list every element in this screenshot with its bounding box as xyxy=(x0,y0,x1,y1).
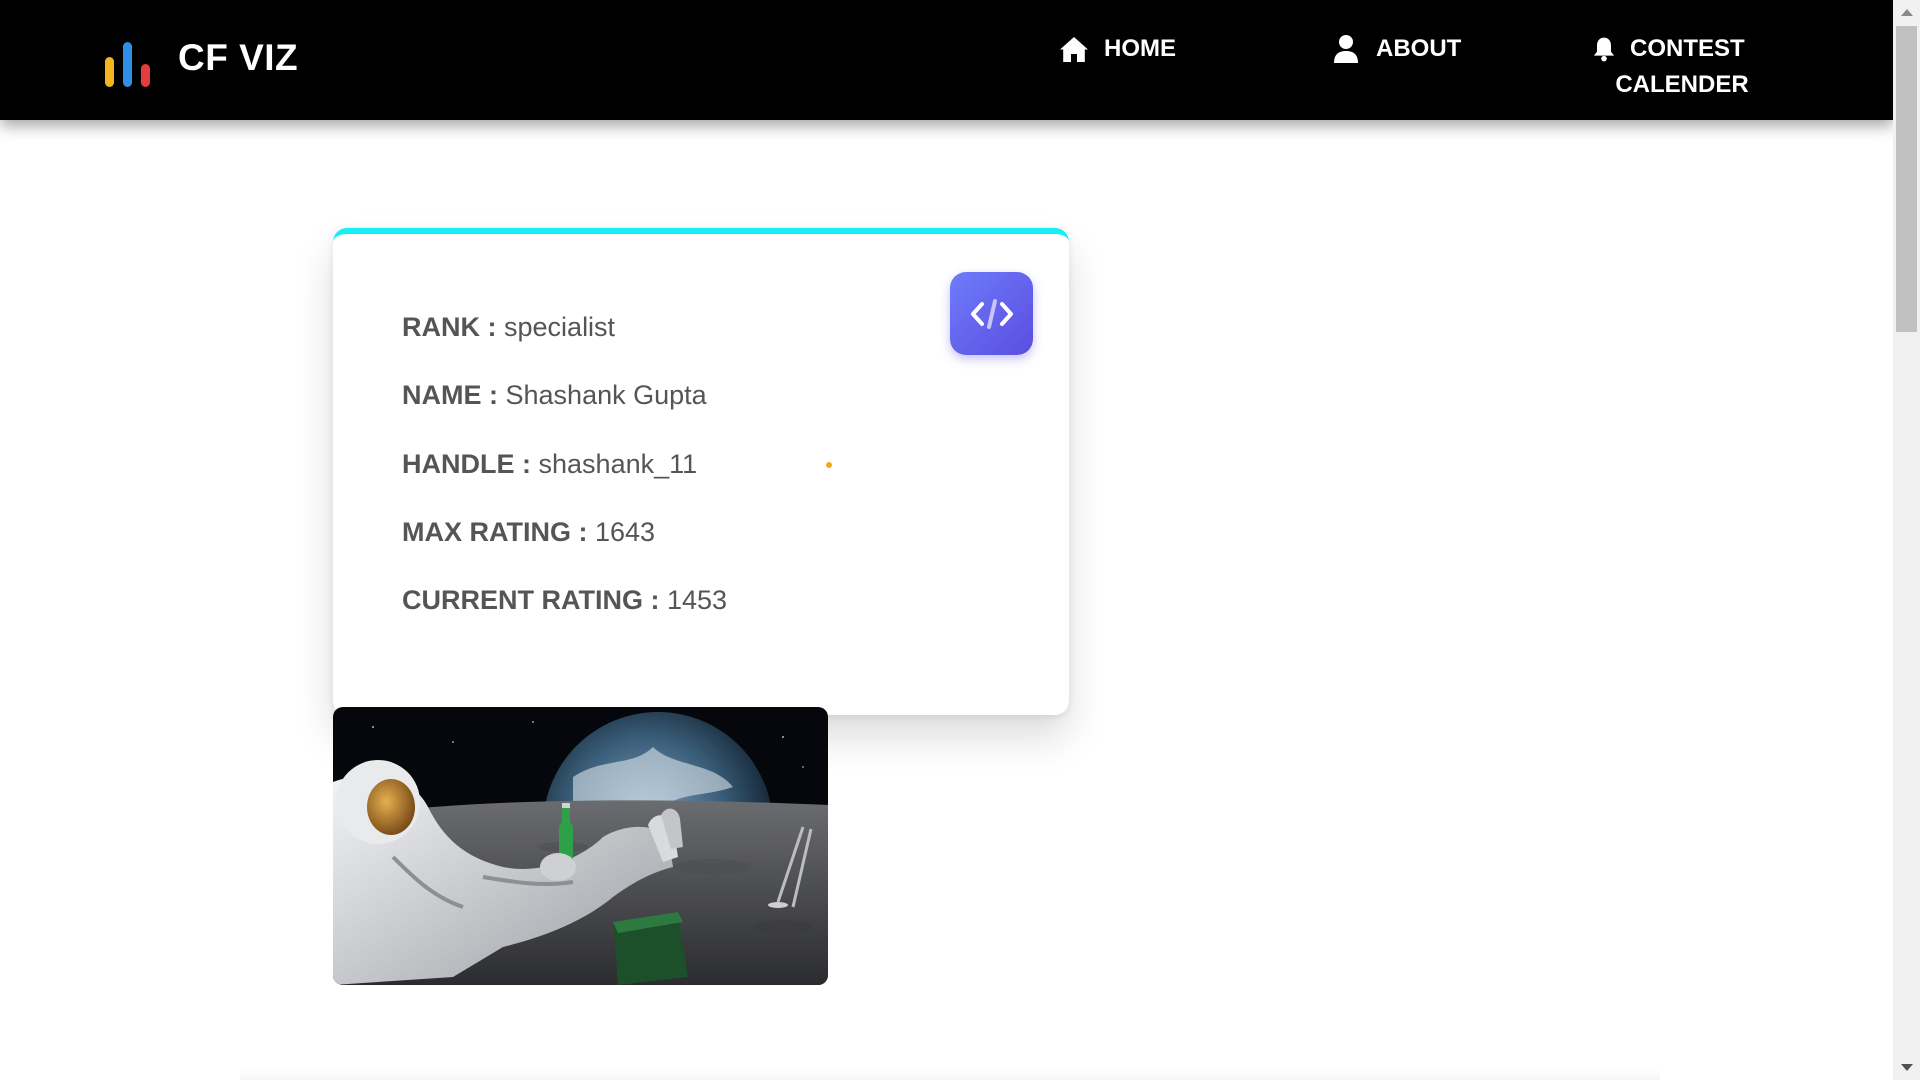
name-field: NAME : Shashank Gupta xyxy=(402,378,707,412)
name-label: NAME : xyxy=(402,380,498,410)
nav-about-link[interactable]: ABOUT xyxy=(1330,33,1461,65)
vertical-scrollbar[interactable] xyxy=(1893,0,1920,1080)
handle-field: HANDLE : shashank_11 xyxy=(402,447,697,481)
nav-contest-calendar-link[interactable]: CONTEST CALENDER xyxy=(1590,33,1760,99)
nav-home-label: HOME xyxy=(1104,35,1176,62)
current-rating-label: CURRENT RATING : xyxy=(402,585,660,615)
orange-dot xyxy=(826,462,832,468)
code-badge-button[interactable] xyxy=(950,272,1033,355)
name-value: Shashank Gupta xyxy=(505,380,707,410)
nav-about-label: ABOUT xyxy=(1376,35,1462,62)
handle-label: HANDLE : xyxy=(402,449,531,479)
scroll-down-arrow-icon[interactable] xyxy=(1901,1064,1913,1071)
max-rating-label: MAX RATING : xyxy=(402,517,588,547)
bottom-shadow xyxy=(240,1068,1660,1080)
user-icon xyxy=(1334,35,1358,63)
top-navbar: CF VIZ HOME ABOUT CONTEST CALENDER xyxy=(0,0,1893,120)
profile-card: RANK : specialist NAME : Shashank Gupta … xyxy=(333,228,1069,715)
scroll-up-arrow-icon[interactable] xyxy=(1901,9,1913,16)
current-rating-value: 1453 xyxy=(667,585,728,615)
scrollbar-thumb[interactable] xyxy=(1896,26,1917,332)
rank-label: RANK : xyxy=(402,312,497,342)
nav-contest-label-line2: CALENDER xyxy=(1615,71,1749,98)
nav-home-link[interactable]: HOME xyxy=(1058,33,1176,65)
code-icon xyxy=(971,299,1013,329)
bell-icon xyxy=(1593,37,1615,62)
rank-value: specialist xyxy=(504,312,616,342)
max-rating-field: MAX RATING : 1643 xyxy=(402,515,655,549)
home-icon xyxy=(1060,37,1088,62)
brand-title[interactable]: CF VIZ xyxy=(178,36,298,80)
bar-chart-logo-icon[interactable] xyxy=(103,40,155,88)
handle-value: shashank_11 xyxy=(538,449,698,479)
astronaut-on-moon-image xyxy=(333,707,828,985)
nav-contest-label-line1: CONTEST xyxy=(1630,35,1745,62)
current-rating-field: CURRENT RATING : 1453 xyxy=(402,583,727,617)
astronaut-illustration xyxy=(333,707,828,985)
rank-field: RANK : specialist xyxy=(402,310,615,344)
max-rating-value: 1643 xyxy=(595,517,656,547)
